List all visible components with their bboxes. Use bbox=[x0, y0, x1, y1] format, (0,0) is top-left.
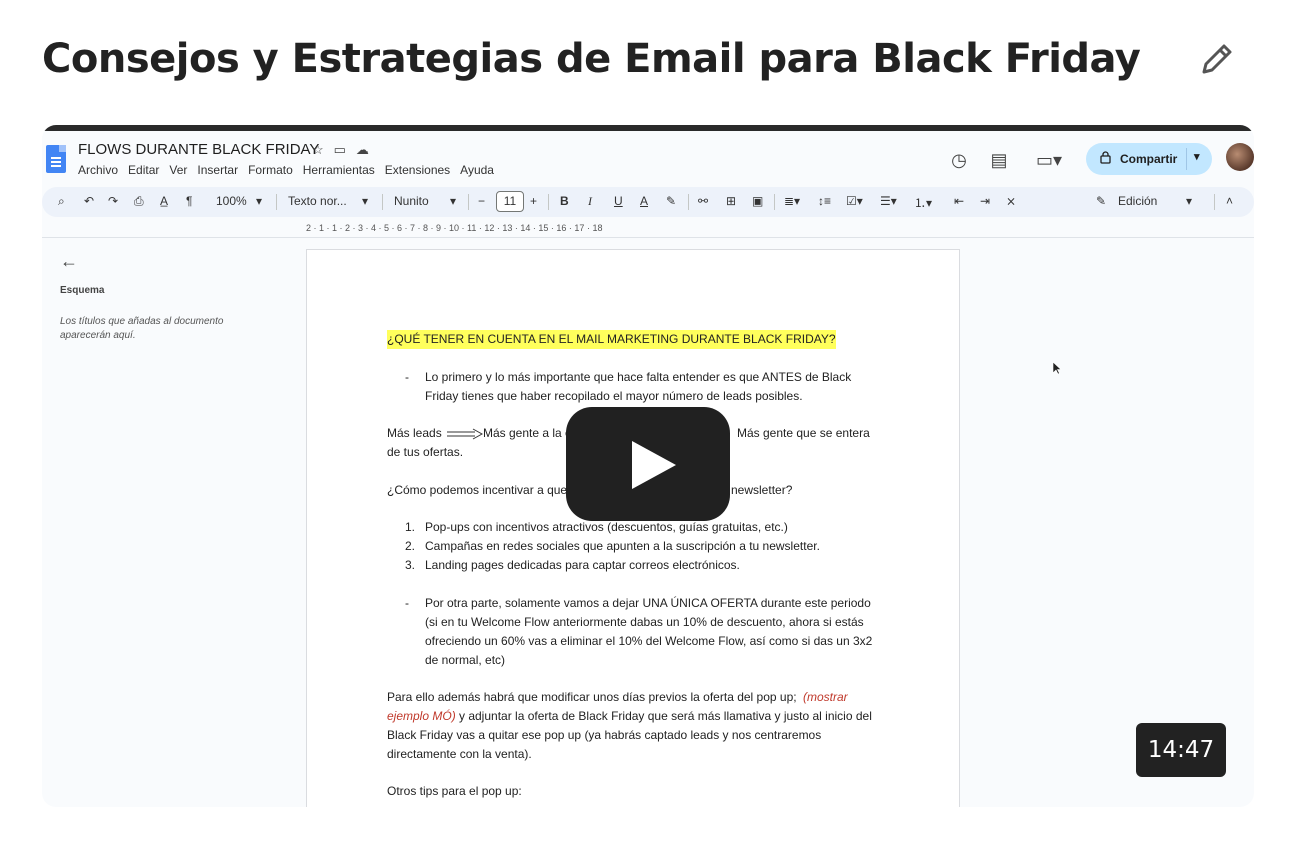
chevron-down-icon: ▾ bbox=[1186, 194, 1193, 208]
bullet2-line: de normal, etc) bbox=[425, 653, 506, 667]
style-select: Texto nor... bbox=[288, 194, 347, 208]
menu-ver: Ver bbox=[169, 163, 188, 177]
font-size-input: 11 bbox=[496, 191, 524, 212]
history-icon: ◷ bbox=[951, 150, 967, 170]
italic-icon: I bbox=[588, 194, 592, 208]
dash-bullet: - bbox=[405, 596, 409, 610]
chevron-down-icon: ▾ bbox=[362, 194, 369, 208]
menu-ayuda: Ayuda bbox=[460, 163, 494, 177]
flow-leads: Más leads bbox=[387, 426, 442, 440]
chevron-up-icon: ˄ bbox=[1226, 194, 1234, 208]
bold-icon: B bbox=[560, 194, 569, 208]
para-line2: y adjuntar la oferta de Black Friday que… bbox=[459, 709, 872, 723]
menu-extensiones: Extensiones bbox=[384, 163, 451, 177]
print-icon: ⎙ bbox=[134, 194, 144, 208]
increase-font-icon: + bbox=[530, 194, 538, 208]
redo-icon: ↷ bbox=[108, 194, 119, 208]
doc-page: ¿QUÉ TENER EN CUENTA EN EL MAIL MARKETIN… bbox=[306, 249, 960, 807]
numbered-list-icon: ⒈▾ bbox=[914, 196, 933, 210]
meet-icon: ▭▾ bbox=[1035, 150, 1063, 170]
image-icon: ▣ bbox=[752, 194, 764, 208]
mode-select: Edición bbox=[1118, 194, 1158, 208]
ruler: 2 · 1 · 1 · 2 · 3 · 4 · 5 · 6 · 7 · 8 · … bbox=[306, 223, 603, 233]
dash-bullet: - bbox=[405, 370, 409, 384]
para-line1: Para ello además habrá que modificar uno… bbox=[387, 690, 797, 704]
docs-logo-icon bbox=[46, 145, 66, 173]
para-red-note: ejemplo MÓ) bbox=[387, 709, 456, 723]
decrease-indent-icon: ⇤ bbox=[954, 194, 965, 208]
flow-more-people: Más gente a la c bbox=[483, 426, 572, 440]
clear-format-icon: ⨯ bbox=[1006, 194, 1017, 208]
font-select: Nunito bbox=[394, 194, 429, 208]
text-color-icon: A bbox=[640, 194, 649, 208]
tips-heading: Otros tips para el pop up: bbox=[387, 784, 522, 798]
doc-heading: ¿QUÉ TENER EN CUENTA EN EL MAIL MARKETIN… bbox=[387, 330, 836, 349]
flow-more-aware: Más gente que se entera bbox=[737, 426, 870, 440]
spellcheck-icon: A̲ bbox=[160, 194, 169, 208]
checklist-icon: ☑▾ bbox=[846, 194, 863, 208]
bulleted-list-icon: ☰▾ bbox=[880, 194, 897, 208]
play-icon[interactable] bbox=[566, 407, 730, 521]
avatar bbox=[1226, 143, 1254, 171]
chevron-down-icon: ▾ bbox=[1194, 151, 1200, 163]
docs-menu-bar: Archivo Editar Ver Insertar Formato Herr… bbox=[78, 163, 494, 177]
page-title: Consejos y Estrategias de Email para Bla… bbox=[42, 36, 1141, 82]
bullet2-line: (si en tu Welcome Flow anteriormente dab… bbox=[425, 615, 864, 629]
undo-icon: ↶ bbox=[84, 194, 95, 208]
zoom-select: 100% bbox=[216, 194, 247, 208]
menu-archivo: Archivo bbox=[78, 163, 119, 177]
share-label: Compartir bbox=[1120, 152, 1178, 166]
share-button: Compartir ▾ bbox=[1086, 143, 1212, 175]
menu-insertar: Insertar bbox=[197, 163, 239, 177]
question-end: newsletter? bbox=[731, 483, 793, 497]
menu-formato: Formato bbox=[248, 163, 293, 177]
menu-editar: Editar bbox=[128, 163, 160, 177]
underline-icon: U bbox=[614, 194, 623, 208]
pencil-icon[interactable] bbox=[1196, 38, 1238, 80]
line-spacing-icon: ↕≡ bbox=[818, 194, 832, 208]
highlight-icon: ✎ bbox=[666, 194, 677, 208]
menu-herramientas: Herramientas bbox=[302, 163, 375, 177]
outline-title: Esquema bbox=[60, 285, 105, 296]
star-folder-cloud-icons: ☆▭☁ bbox=[312, 142, 379, 157]
bullet2-line: ofreciendo un 60% vas a eliminar el 10% … bbox=[425, 634, 873, 648]
arrow-right-icon bbox=[447, 428, 483, 440]
mouse-cursor-icon bbox=[1052, 361, 1062, 375]
lock-icon bbox=[1100, 151, 1111, 164]
docs-toolbar: ⌕ ↶ ↷ ⎙ A̲ ¶ 100% ▾ Texto nor... ▾ Nunit… bbox=[42, 187, 1254, 217]
comment-icon: ▤ bbox=[990, 150, 1008, 170]
para-line3: Black Friday vas a quitar ese pop up (ya… bbox=[387, 728, 822, 742]
search-icon: ⌕ bbox=[58, 194, 65, 208]
video-duration: 14:47 bbox=[1136, 723, 1226, 777]
paint-format-icon: ¶ bbox=[186, 194, 193, 208]
bullet1-line2: Friday tienes que haber recopilado el ma… bbox=[425, 389, 803, 403]
video-player[interactable]: FLOWS DURANTE BLACK FRIDAY ☆▭☁ Archivo E… bbox=[42, 125, 1254, 807]
outline-hint: Los títulos que añadas al documento apar… bbox=[60, 316, 224, 341]
pencil-icon: ✎ bbox=[1096, 194, 1107, 208]
list-number: 1. bbox=[405, 520, 416, 534]
para-red-note: (mostrar bbox=[803, 690, 848, 704]
list-item: Landing pages dedicadas para captar corr… bbox=[425, 558, 740, 572]
back-arrow-icon: ← bbox=[60, 251, 78, 271]
align-icon: ≣▾ bbox=[784, 194, 801, 208]
decrease-font-icon: − bbox=[478, 194, 486, 208]
chevron-down-icon: ▾ bbox=[256, 194, 263, 208]
list-item: Campañas en redes sociales que apunten a… bbox=[425, 539, 820, 553]
increase-indent-icon: ⇥ bbox=[980, 194, 991, 208]
link-icon: ⚯ bbox=[698, 194, 709, 208]
bullet2-line: Por otra parte, solamente vamos a dejar … bbox=[425, 596, 871, 610]
add-comment-icon: ⊞ bbox=[726, 194, 737, 208]
para-line4: directamente con la venta). bbox=[387, 747, 532, 761]
list-number: 3. bbox=[405, 558, 416, 572]
bullet1-line1: Lo primero y lo más importante que hace … bbox=[425, 370, 852, 384]
flow-offers: de tus ofertas. bbox=[387, 445, 464, 459]
list-number: 2. bbox=[405, 539, 416, 553]
doc-title: FLOWS DURANTE BLACK FRIDAY bbox=[78, 141, 320, 158]
docs-header: FLOWS DURANTE BLACK FRIDAY ☆▭☁ Archivo E… bbox=[42, 131, 1254, 187]
question-start: ¿Cómo podemos incentivar a que bbox=[387, 483, 568, 497]
chevron-down-icon: ▾ bbox=[450, 194, 457, 208]
